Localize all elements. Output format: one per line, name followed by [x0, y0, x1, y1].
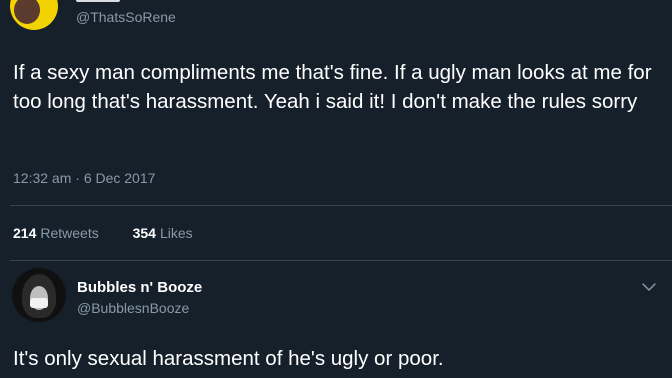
retweets-label: Retweets [40, 225, 99, 241]
tweet-stats: 214 Retweets 354 Likes [13, 225, 223, 241]
likes-stat[interactable]: 354 Likes [133, 225, 193, 241]
original-tweet-avatar[interactable] [10, 0, 58, 30]
original-tweet-display-name-cropped[interactable] [76, 0, 120, 2]
original-tweet-timestamp[interactable]: 12:32 am · 6 Dec 2017 [13, 170, 155, 186]
reply-avatar[interactable] [12, 268, 66, 322]
original-tweet-text: If a sexy man compliments me that's fine… [13, 61, 652, 113]
chevron-down-icon[interactable] [640, 278, 658, 296]
likes-label: Likes [159, 225, 193, 241]
reply-display-name[interactable]: Bubbles n' Booze [77, 279, 202, 296]
avatar-mask [30, 298, 48, 308]
tweet-thread: @ThatsSoRene If a sexy man compliments m… [0, 0, 672, 378]
retweets-stat[interactable]: 214 Retweets [13, 225, 99, 241]
avatar-face [14, 0, 40, 24]
reply-handle[interactable]: @BubblesnBooze [77, 300, 189, 316]
original-tweet-handle[interactable]: @ThatsSoRene [76, 9, 176, 25]
reply-text: It's only sexual harassment of he's ugly… [13, 347, 444, 370]
divider [10, 260, 672, 261]
divider [10, 205, 672, 206]
likes-count: 354 [132, 225, 156, 241]
retweets-count: 214 [13, 225, 37, 241]
